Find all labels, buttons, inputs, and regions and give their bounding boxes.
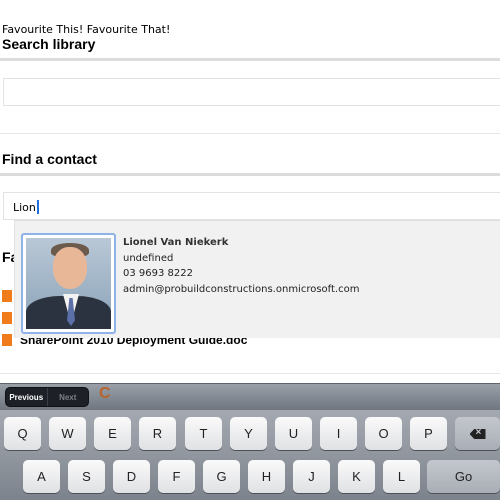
key-t[interactable]: T (185, 417, 222, 450)
divider (0, 133, 500, 134)
person-photo-icon (26, 238, 111, 329)
contact-email: admin@probuildconstructions.onmicrosoft.… (123, 284, 360, 295)
key-o[interactable]: O (365, 417, 402, 450)
key-j[interactable]: J (293, 460, 330, 493)
key-i[interactable]: I (320, 417, 357, 450)
key-h[interactable]: H (248, 460, 285, 493)
key-y[interactable]: Y (230, 417, 267, 450)
find-contact-heading: Find a contact (2, 151, 97, 167)
divider (0, 58, 500, 61)
next-button[interactable]: Next (48, 388, 89, 406)
search-library-heading: Search library (2, 36, 96, 52)
go-key[interactable]: Go (427, 460, 500, 493)
contact-title: undefined (123, 253, 174, 264)
key-s[interactable]: S (68, 460, 105, 493)
key-w[interactable]: W (49, 417, 86, 450)
key-q[interactable]: Q (4, 417, 41, 450)
divider (0, 373, 500, 374)
key-a[interactable]: A (23, 460, 60, 493)
on-screen-keyboard: Q W E R T Y U I O P A S D F G H J K L Go (0, 410, 500, 500)
key-l[interactable]: L (383, 460, 420, 493)
app-title: Favourite This! Favourite That! (2, 23, 171, 36)
search-library-input[interactable] (3, 78, 500, 106)
contact-input-value: Lion (13, 201, 36, 214)
key-f[interactable]: F (158, 460, 195, 493)
key-p[interactable]: P (410, 417, 447, 450)
backspace-key[interactable] (455, 417, 500, 450)
find-contact-input[interactable]: Lion (3, 192, 500, 220)
key-r[interactable]: R (139, 417, 176, 450)
contact-name: Lionel Van Niekerk (123, 237, 229, 248)
divider (0, 173, 500, 176)
key-k[interactable]: K (338, 460, 375, 493)
contact-suggestion-popup[interactable]: Lionel Van Niekerk undefined 03 9693 822… (14, 220, 500, 338)
document-icon (2, 312, 12, 324)
previous-next-control[interactable]: Previous Next (5, 387, 89, 407)
document-icon (2, 290, 12, 302)
text-caret (36, 200, 39, 214)
key-g[interactable]: G (203, 460, 240, 493)
key-u[interactable]: U (275, 417, 312, 450)
key-d[interactable]: D (113, 460, 150, 493)
contact-photo (21, 233, 116, 334)
partial-text: C (99, 385, 111, 402)
key-e[interactable]: E (94, 417, 131, 450)
backspace-icon (469, 429, 486, 439)
contact-phone: 03 9693 8222 (123, 268, 193, 279)
previous-button[interactable]: Previous (6, 388, 48, 406)
document-icon (2, 334, 12, 346)
